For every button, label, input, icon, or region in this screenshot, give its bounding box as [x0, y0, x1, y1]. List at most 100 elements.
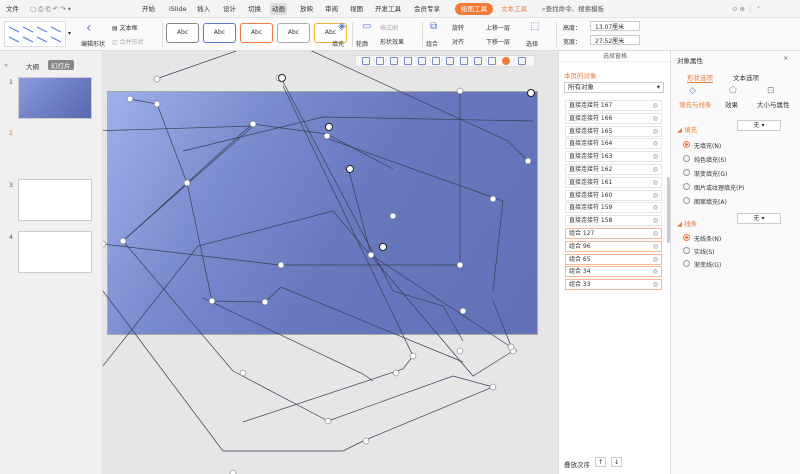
selected-shapes-overlay[interactable] [103, 51, 558, 474]
slide-thumbnail-1[interactable] [18, 77, 92, 119]
textbox-button[interactable]: ▤ 文本框 [112, 23, 138, 32]
visibility-eye-icon[interactable]: ◎ [653, 255, 658, 264]
edit-shape-button[interactable]: 编辑形状 [81, 39, 105, 48]
slide-thumbnail-3[interactable] [18, 179, 92, 221]
menu-item-view[interactable]: 视图 [348, 3, 365, 15]
merge-shape-button[interactable]: ◫ 合并形状 [112, 37, 144, 46]
close-icon[interactable]: × [783, 54, 788, 62]
gallery-scroll[interactable]: ▾ [68, 30, 71, 37]
outline-button[interactable]: 轮廓 [356, 39, 368, 48]
object-list-item[interactable]: 组合 33 ◎ [565, 279, 662, 291]
object-list-item[interactable]: 直接连接符 159 ◎ [565, 202, 662, 214]
tab-text-tools[interactable]: 文本工具 [495, 3, 533, 15]
rotate-handle-icon[interactable] [278, 74, 286, 82]
object-list-item[interactable]: 直接连接符 160 ◎ [565, 189, 662, 201]
collapse-panel-icon[interactable]: « [4, 61, 8, 69]
slide-editing-canvas[interactable] [103, 51, 558, 474]
visibility-eye-icon[interactable]: ◎ [653, 191, 658, 200]
visibility-eye-icon[interactable]: ◎ [653, 178, 658, 187]
visibility-eye-icon[interactable]: ◎ [653, 267, 658, 276]
object-list-item[interactable]: 直接连接符 167 ◎ [565, 100, 662, 111]
format-painter-button[interactable]: 格式刷 [380, 23, 398, 32]
line-dropdown[interactable]: 无 ▾ [737, 213, 781, 224]
slide-thumbnail-4[interactable] [18, 231, 92, 273]
radio-button[interactable] [683, 141, 690, 148]
visibility-eye-icon[interactable]: ◎ [653, 139, 658, 148]
send-backward-button[interactable]: ↓ [611, 457, 623, 467]
radio-option-label[interactable]: 实线(S) [694, 247, 715, 256]
shape-style-1[interactable]: Abc [166, 23, 199, 43]
shape-effect-button[interactable]: 形状效果 [380, 37, 404, 46]
select-button[interactable]: 选择 [526, 39, 538, 48]
radio-button[interactable] [683, 234, 690, 241]
up-layer-button[interactable]: 上移一层 [486, 23, 510, 32]
object-list-item[interactable]: 组合 96 ◎ [565, 240, 662, 252]
line-shapes-gallery[interactable] [4, 21, 66, 47]
object-list-item[interactable]: 直接连接符 164 ◎ [565, 138, 662, 150]
fill-section-header[interactable]: ◢ 填充 [677, 124, 697, 134]
rotate-handle-icon[interactable] [379, 243, 387, 251]
menu-item-animation[interactable]: 动画 [270, 3, 287, 15]
menu-file[interactable]: 文件 [4, 3, 21, 15]
rotate-handle-icon[interactable] [325, 123, 333, 131]
menu-item-slideshow[interactable]: 放映 [298, 3, 315, 15]
object-list-item[interactable]: 直接连接符 165 ◎ [565, 125, 662, 137]
radio-option-label[interactable]: 纯色填充(S) [694, 155, 727, 164]
tab-drawing-tools[interactable]: 绘图工具 [455, 3, 493, 15]
radio-option-label[interactable]: 图片或纹理填充(P) [694, 183, 744, 192]
object-list-item[interactable]: 直接连接符 161 ◎ [565, 176, 662, 188]
visibility-eye-icon[interactable]: ◎ [653, 280, 658, 289]
radio-option-label[interactable]: 无线条(N) [694, 234, 721, 243]
subtab-size[interactable]: 大小与属性 [757, 99, 790, 109]
menu-item-insert[interactable]: 插入 [195, 3, 212, 15]
fill-button[interactable]: 填充 [332, 39, 344, 48]
radio-option-label[interactable]: 无填充(N) [694, 141, 721, 150]
rotate-button[interactable]: 旋转 [452, 23, 464, 32]
rotate-handle-icon[interactable] [346, 165, 354, 173]
menu-item-developer[interactable]: 开发工具 [373, 3, 403, 15]
radio-button[interactable] [683, 183, 690, 190]
menu-item-islide[interactable]: iSlide [167, 3, 189, 15]
line-section-header[interactable]: ◢ 线条 [677, 218, 697, 228]
radio-option-label[interactable]: 渐变线(G) [694, 260, 721, 269]
bring-forward-button[interactable]: ↑ [595, 457, 607, 467]
object-list-item[interactable]: 直接连接符 162 ◎ [565, 164, 662, 175]
visibility-eye-icon[interactable]: ◎ [653, 114, 658, 123]
visibility-eye-icon[interactable]: ◎ [653, 229, 658, 238]
radio-option-label[interactable]: 图案填充(A) [694, 197, 727, 206]
radio-button[interactable] [683, 197, 690, 204]
rotate-handle-icon[interactable] [527, 89, 535, 97]
shape-style-4[interactable]: Abc [277, 23, 310, 43]
object-filter-dropdown[interactable]: 所有对象 ▾ [564, 82, 664, 93]
radio-button[interactable] [683, 155, 690, 162]
visibility-eye-icon[interactable]: ◎ [653, 101, 658, 110]
menu-item-member[interactable]: 会员专享 [412, 3, 442, 15]
menu-item-design[interactable]: 设计 [221, 3, 238, 15]
tab-slides[interactable]: 幻灯片 [48, 60, 74, 70]
subtab-fill-line[interactable]: 填充与线条 [679, 99, 712, 109]
tab-shape-options[interactable]: 形状选项 [687, 72, 713, 83]
tab-outline[interactable]: 大纲 [26, 61, 39, 71]
down-layer-button[interactable]: 下移一层 [486, 37, 510, 46]
tab-text-options[interactable]: 文本选项 [733, 72, 759, 82]
radio-button[interactable] [683, 169, 690, 176]
object-list-item[interactable]: 直接连接符 158 ◎ [565, 215, 662, 227]
radio-button[interactable] [683, 260, 690, 267]
object-list-item[interactable]: 直接连接符 166 ◎ [565, 112, 662, 124]
radio-option-label[interactable]: 渐变填充(G) [694, 169, 727, 178]
visibility-eye-icon[interactable]: ◎ [653, 127, 658, 136]
shape-style-2[interactable]: Abc [203, 23, 236, 43]
width-input[interactable]: 27.52厘米 [590, 35, 640, 45]
object-list-item[interactable]: 直接连接符 163 ◎ [565, 151, 662, 163]
fill-dropdown[interactable]: 无 ▾ [737, 120, 781, 131]
height-input[interactable]: 13.07厘米 [590, 21, 640, 31]
menu-item-review[interactable]: 审阅 [323, 3, 340, 15]
align-button[interactable]: 对齐 [452, 37, 464, 46]
object-list-item[interactable]: 组合 65 ◎ [565, 253, 662, 265]
visibility-eye-icon[interactable]: ◎ [653, 165, 658, 174]
visibility-eye-icon[interactable]: ◎ [653, 152, 658, 161]
visibility-eye-icon[interactable]: ◎ [653, 242, 658, 251]
shape-style-3[interactable]: Abc [240, 23, 273, 43]
subtab-effect[interactable]: 效果 [725, 99, 738, 109]
group-button[interactable]: 组合 [426, 39, 438, 48]
